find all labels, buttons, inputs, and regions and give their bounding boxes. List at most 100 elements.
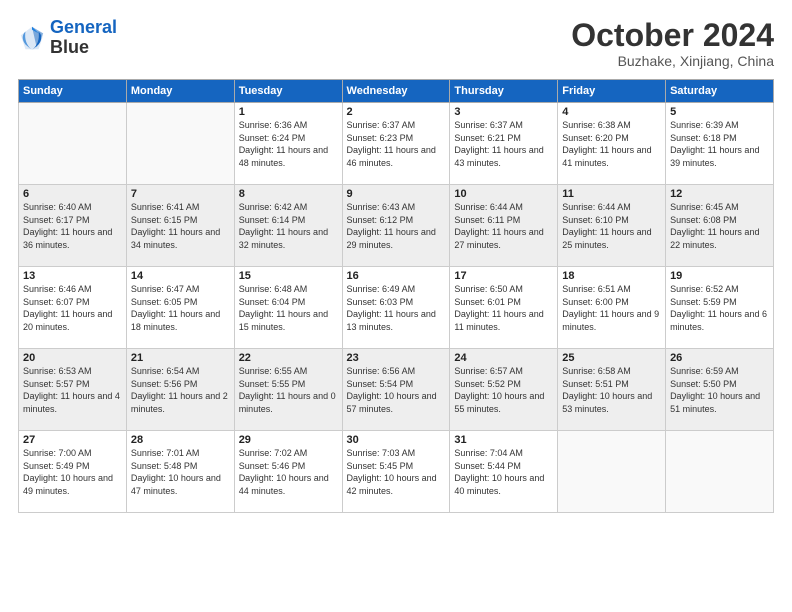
day-info: Sunrise: 6:39 AM Sunset: 6:18 PM Dayligh… [670, 119, 769, 169]
calendar-cell: 28Sunrise: 7:01 AM Sunset: 5:48 PM Dayli… [126, 431, 234, 513]
day-number: 29 [239, 434, 338, 446]
calendar-week-row: 27Sunrise: 7:00 AM Sunset: 5:49 PM Dayli… [19, 431, 774, 513]
month-title: October 2024 [571, 18, 774, 53]
day-info: Sunrise: 6:55 AM Sunset: 5:55 PM Dayligh… [239, 365, 338, 415]
location-subtitle: Buzhake, Xinjiang, China [571, 53, 774, 69]
day-info: Sunrise: 6:54 AM Sunset: 5:56 PM Dayligh… [131, 365, 230, 415]
day-number: 9 [347, 188, 446, 200]
day-number: 30 [347, 434, 446, 446]
day-number: 15 [239, 270, 338, 282]
day-info: Sunrise: 7:03 AM Sunset: 5:45 PM Dayligh… [347, 447, 446, 497]
calendar-cell: 31Sunrise: 7:04 AM Sunset: 5:44 PM Dayli… [450, 431, 558, 513]
calendar-cell: 30Sunrise: 7:03 AM Sunset: 5:45 PM Dayli… [342, 431, 450, 513]
day-info: Sunrise: 6:45 AM Sunset: 6:08 PM Dayligh… [670, 201, 769, 251]
day-number: 25 [562, 352, 661, 364]
calendar-cell: 6Sunrise: 6:40 AM Sunset: 6:17 PM Daylig… [19, 185, 127, 267]
day-number: 4 [562, 106, 661, 118]
calendar-week-row: 1Sunrise: 6:36 AM Sunset: 6:24 PM Daylig… [19, 103, 774, 185]
calendar-cell: 22Sunrise: 6:55 AM Sunset: 5:55 PM Dayli… [234, 349, 342, 431]
calendar-cell: 7Sunrise: 6:41 AM Sunset: 6:15 PM Daylig… [126, 185, 234, 267]
calendar-header-row: SundayMondayTuesdayWednesdayThursdayFrid… [19, 80, 774, 103]
day-info: Sunrise: 6:48 AM Sunset: 6:04 PM Dayligh… [239, 283, 338, 333]
day-info: Sunrise: 6:42 AM Sunset: 6:14 PM Dayligh… [239, 201, 338, 251]
day-info: Sunrise: 7:02 AM Sunset: 5:46 PM Dayligh… [239, 447, 338, 497]
day-number: 13 [23, 270, 122, 282]
calendar-cell: 26Sunrise: 6:59 AM Sunset: 5:50 PM Dayli… [666, 349, 774, 431]
day-info: Sunrise: 6:49 AM Sunset: 6:03 PM Dayligh… [347, 283, 446, 333]
day-info: Sunrise: 7:04 AM Sunset: 5:44 PM Dayligh… [454, 447, 553, 497]
calendar-cell: 20Sunrise: 6:53 AM Sunset: 5:57 PM Dayli… [19, 349, 127, 431]
logo-icon [18, 24, 46, 52]
calendar-cell: 16Sunrise: 6:49 AM Sunset: 6:03 PM Dayli… [342, 267, 450, 349]
logo-name: General Blue [50, 18, 117, 58]
calendar-cell: 29Sunrise: 7:02 AM Sunset: 5:46 PM Dayli… [234, 431, 342, 513]
day-info: Sunrise: 6:59 AM Sunset: 5:50 PM Dayligh… [670, 365, 769, 415]
day-number: 8 [239, 188, 338, 200]
calendar-table: SundayMondayTuesdayWednesdayThursdayFrid… [18, 79, 774, 513]
day-number: 27 [23, 434, 122, 446]
day-info: Sunrise: 6:53 AM Sunset: 5:57 PM Dayligh… [23, 365, 122, 415]
calendar-cell: 25Sunrise: 6:58 AM Sunset: 5:51 PM Dayli… [558, 349, 666, 431]
day-info: Sunrise: 6:46 AM Sunset: 6:07 PM Dayligh… [23, 283, 122, 333]
day-number: 16 [347, 270, 446, 282]
logo: General Blue [18, 18, 117, 58]
weekday-header: Wednesday [342, 80, 450, 103]
calendar-cell: 2Sunrise: 6:37 AM Sunset: 6:23 PM Daylig… [342, 103, 450, 185]
day-info: Sunrise: 6:40 AM Sunset: 6:17 PM Dayligh… [23, 201, 122, 251]
title-block: October 2024 Buzhake, Xinjiang, China [571, 18, 774, 69]
weekday-header: Tuesday [234, 80, 342, 103]
day-number: 3 [454, 106, 553, 118]
weekday-header: Monday [126, 80, 234, 103]
day-number: 20 [23, 352, 122, 364]
day-info: Sunrise: 6:51 AM Sunset: 6:00 PM Dayligh… [562, 283, 661, 333]
day-number: 7 [131, 188, 230, 200]
calendar-cell: 27Sunrise: 7:00 AM Sunset: 5:49 PM Dayli… [19, 431, 127, 513]
day-number: 14 [131, 270, 230, 282]
day-number: 23 [347, 352, 446, 364]
calendar-cell [126, 103, 234, 185]
day-info: Sunrise: 6:37 AM Sunset: 6:23 PM Dayligh… [347, 119, 446, 169]
calendar-cell: 11Sunrise: 6:44 AM Sunset: 6:10 PM Dayli… [558, 185, 666, 267]
day-info: Sunrise: 6:37 AM Sunset: 6:21 PM Dayligh… [454, 119, 553, 169]
day-info: Sunrise: 6:57 AM Sunset: 5:52 PM Dayligh… [454, 365, 553, 415]
calendar-week-row: 6Sunrise: 6:40 AM Sunset: 6:17 PM Daylig… [19, 185, 774, 267]
day-number: 19 [670, 270, 769, 282]
day-number: 21 [131, 352, 230, 364]
calendar-cell: 3Sunrise: 6:37 AM Sunset: 6:21 PM Daylig… [450, 103, 558, 185]
weekday-header: Friday [558, 80, 666, 103]
day-info: Sunrise: 6:41 AM Sunset: 6:15 PM Dayligh… [131, 201, 230, 251]
calendar-cell: 5Sunrise: 6:39 AM Sunset: 6:18 PM Daylig… [666, 103, 774, 185]
day-number: 24 [454, 352, 553, 364]
day-info: Sunrise: 6:38 AM Sunset: 6:20 PM Dayligh… [562, 119, 661, 169]
day-info: Sunrise: 6:52 AM Sunset: 5:59 PM Dayligh… [670, 283, 769, 333]
day-info: Sunrise: 6:56 AM Sunset: 5:54 PM Dayligh… [347, 365, 446, 415]
calendar-cell [666, 431, 774, 513]
header: General Blue October 2024 Buzhake, Xinji… [18, 18, 774, 69]
day-number: 26 [670, 352, 769, 364]
calendar-week-row: 20Sunrise: 6:53 AM Sunset: 5:57 PM Dayli… [19, 349, 774, 431]
day-number: 6 [23, 188, 122, 200]
weekday-header: Saturday [666, 80, 774, 103]
calendar-cell: 13Sunrise: 6:46 AM Sunset: 6:07 PM Dayli… [19, 267, 127, 349]
calendar-cell: 23Sunrise: 6:56 AM Sunset: 5:54 PM Dayli… [342, 349, 450, 431]
calendar-cell: 14Sunrise: 6:47 AM Sunset: 6:05 PM Dayli… [126, 267, 234, 349]
day-info: Sunrise: 7:01 AM Sunset: 5:48 PM Dayligh… [131, 447, 230, 497]
day-number: 31 [454, 434, 553, 446]
calendar-cell: 9Sunrise: 6:43 AM Sunset: 6:12 PM Daylig… [342, 185, 450, 267]
calendar-cell: 15Sunrise: 6:48 AM Sunset: 6:04 PM Dayli… [234, 267, 342, 349]
day-info: Sunrise: 6:50 AM Sunset: 6:01 PM Dayligh… [454, 283, 553, 333]
calendar-cell: 10Sunrise: 6:44 AM Sunset: 6:11 PM Dayli… [450, 185, 558, 267]
weekday-header: Sunday [19, 80, 127, 103]
day-info: Sunrise: 6:44 AM Sunset: 6:11 PM Dayligh… [454, 201, 553, 251]
page: General Blue October 2024 Buzhake, Xinji… [0, 0, 792, 612]
day-number: 28 [131, 434, 230, 446]
calendar-cell: 19Sunrise: 6:52 AM Sunset: 5:59 PM Dayli… [666, 267, 774, 349]
day-number: 1 [239, 106, 338, 118]
calendar-cell: 1Sunrise: 6:36 AM Sunset: 6:24 PM Daylig… [234, 103, 342, 185]
day-number: 18 [562, 270, 661, 282]
day-info: Sunrise: 7:00 AM Sunset: 5:49 PM Dayligh… [23, 447, 122, 497]
calendar-cell: 18Sunrise: 6:51 AM Sunset: 6:00 PM Dayli… [558, 267, 666, 349]
calendar-cell: 4Sunrise: 6:38 AM Sunset: 6:20 PM Daylig… [558, 103, 666, 185]
day-number: 10 [454, 188, 553, 200]
calendar-cell [558, 431, 666, 513]
